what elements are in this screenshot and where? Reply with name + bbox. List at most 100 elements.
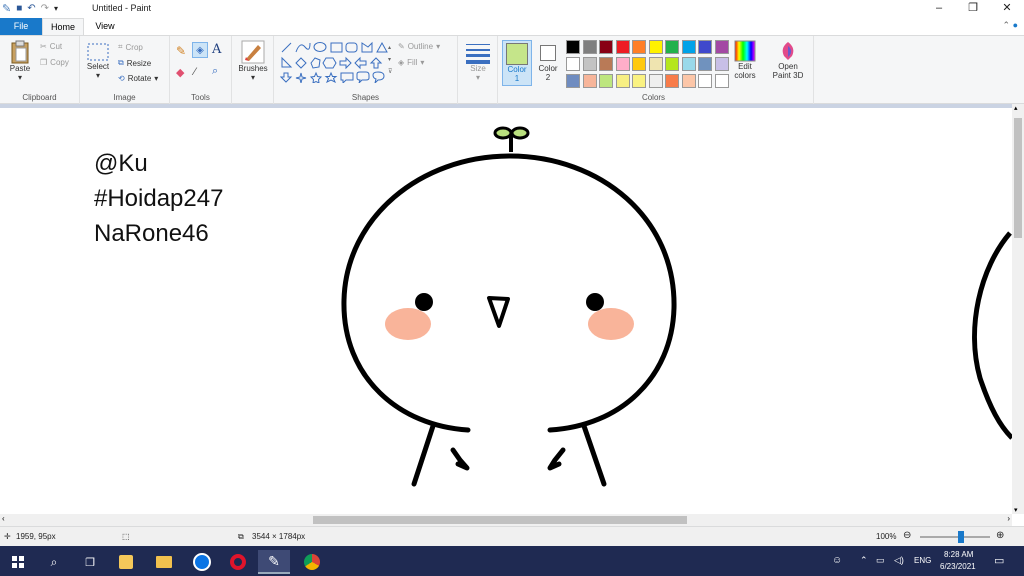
close-button[interactable]: ✕: [990, 0, 1024, 18]
color-swatch[interactable]: [648, 74, 663, 88]
color-swatch[interactable]: [632, 74, 646, 88]
color-swatch[interactable]: [632, 57, 646, 71]
scroll-up-icon[interactable]: ▴: [1014, 104, 1018, 112]
customize-quick-access-icon[interactable]: ▾: [54, 4, 58, 13]
scroll-right-icon[interactable]: ›: [1007, 514, 1010, 523]
color-swatch[interactable]: [615, 40, 630, 54]
horizontal-scroll-thumb[interactable]: [313, 516, 687, 524]
horizontal-scrollbar[interactable]: ‹ ›: [0, 514, 1012, 526]
brushes-button[interactable]: Brushes ▾: [236, 40, 270, 82]
text-tool-icon[interactable]: A: [212, 42, 221, 57]
crop-button[interactable]: ⌗ Crop: [118, 42, 143, 52]
drawing-canvas[interactable]: @Ku #Hoidap247 NaRone46: [0, 108, 1012, 514]
color-swatch[interactable]: [582, 57, 597, 71]
language-indicator[interactable]: ENG: [914, 556, 931, 565]
fill-button[interactable]: ◈ Fill ▾: [398, 58, 424, 67]
file-explorer-icon[interactable]: [148, 550, 180, 574]
pencil-icon[interactable]: ✎: [176, 44, 186, 58]
color-swatch[interactable]: [632, 40, 646, 54]
ribbon-controls[interactable]: ⌃ ●: [1003, 20, 1019, 31]
size-button[interactable]: Size ▾: [462, 42, 494, 82]
app-store-icon[interactable]: [110, 550, 142, 574]
vertical-scroll-thumb[interactable]: [1014, 118, 1022, 238]
people-icon[interactable]: ☺: [832, 555, 842, 566]
color-swatch[interactable]: [566, 57, 580, 71]
resize-button[interactable]: ⧉ Resize: [118, 58, 151, 68]
color2-button[interactable]: Color 2: [534, 40, 562, 86]
shapes-gallery[interactable]: [280, 41, 388, 83]
tools-group: ✎ ◈ A ◆ ⁄ ⌕ Tools: [170, 36, 232, 104]
status-bar: ✛ 1959, 95px ⬚ ⧉ 3544 × 1784px 100% ⊖ ⊕: [0, 526, 1024, 546]
color-swatch[interactable]: [582, 74, 597, 88]
network-icon[interactable]: ▭: [876, 555, 885, 566]
color-swatch[interactable]: [665, 40, 679, 54]
color-picker-icon[interactable]: ⁄: [194, 66, 196, 78]
tab-file[interactable]: File: [0, 18, 42, 35]
start-button[interactable]: [2, 550, 34, 574]
clock-time[interactable]: 8:28 AM: [944, 550, 973, 559]
outline-button[interactable]: ✎ Outline ▾: [398, 42, 440, 51]
color-swatch[interactable]: [665, 57, 679, 71]
paste-button[interactable]: Paste ▾: [6, 40, 34, 82]
collapse-ribbon-icon[interactable]: ⌃: [1003, 20, 1011, 30]
color-swatch[interactable]: [648, 57, 663, 71]
color-swatch[interactable]: [698, 57, 712, 71]
redo-icon[interactable]: ↷: [41, 3, 49, 14]
color-swatch[interactable]: [698, 74, 712, 88]
save-icon[interactable]: ■: [16, 3, 22, 14]
color-swatch[interactable]: [615, 74, 630, 88]
chrome-icon[interactable]: [296, 550, 328, 574]
color1-button[interactable]: Color 1: [502, 40, 532, 86]
zoom-in-icon[interactable]: ⊕: [996, 530, 1004, 541]
volume-icon[interactable]: ◁): [894, 555, 904, 566]
help-icon[interactable]: ●: [1013, 20, 1018, 30]
color-swatch[interactable]: [566, 74, 580, 88]
open-paint3d-button[interactable]: Open Paint 3D: [768, 40, 808, 80]
tab-view[interactable]: View: [84, 18, 126, 35]
shapes-expand-icon[interactable]: ⊽: [388, 68, 392, 75]
rotate-button[interactable]: ⟲ Rotate ▾: [118, 74, 158, 83]
color-swatch[interactable]: [714, 40, 729, 54]
color-swatch[interactable]: [582, 40, 597, 54]
color-swatch[interactable]: [714, 74, 729, 88]
zalo-icon[interactable]: [186, 550, 218, 574]
color-swatch[interactable]: [714, 57, 729, 71]
show-hidden-icons-icon[interactable]: ⌃: [860, 555, 868, 566]
color-swatch[interactable]: [698, 40, 712, 54]
fill-bucket-icon[interactable]: ◈: [192, 42, 208, 58]
color-swatch[interactable]: [599, 74, 613, 88]
color-swatch[interactable]: [681, 40, 696, 54]
color-swatch[interactable]: [599, 57, 613, 71]
color-swatch[interactable]: [681, 57, 696, 71]
copy-button[interactable]: ❐ Copy: [40, 58, 69, 67]
color-swatch[interactable]: [665, 74, 679, 88]
edit-colors-button[interactable]: Edit colors: [730, 40, 760, 80]
cut-button[interactable]: ✂ Cut: [40, 42, 62, 51]
search-icon[interactable]: ⌕: [38, 550, 70, 574]
eraser-icon[interactable]: ◆: [176, 66, 184, 79]
color-swatch[interactable]: [648, 40, 663, 54]
color-swatch[interactable]: [681, 74, 696, 88]
magnifier-icon[interactable]: ⌕: [212, 65, 218, 78]
minimize-button[interactable]: –: [922, 0, 956, 18]
undo-icon[interactable]: ↶: [27, 3, 35, 14]
scroll-down-icon[interactable]: ▾: [1014, 506, 1018, 514]
select-button[interactable]: Select ▾: [86, 42, 110, 80]
shapes-scroll-down-icon[interactable]: ▾: [388, 56, 391, 63]
zoom-out-icon[interactable]: ⊖: [903, 530, 911, 541]
restore-button[interactable]: ❐: [956, 0, 990, 18]
tab-home[interactable]: Home: [42, 18, 84, 36]
opera-icon[interactable]: [222, 550, 254, 574]
paint-taskbar-icon[interactable]: ✎: [258, 550, 290, 574]
task-view-icon[interactable]: ❐: [74, 550, 106, 574]
clock-date[interactable]: 6/23/2021: [940, 562, 976, 571]
color-swatch[interactable]: [615, 57, 630, 71]
shapes-scroll-up-icon[interactable]: ▴: [388, 44, 391, 51]
vertical-scrollbar[interactable]: ▴ ▾: [1012, 104, 1024, 514]
zoom-slider-thumb[interactable]: [958, 531, 965, 543]
color-swatch[interactable]: [566, 40, 580, 54]
scroll-left-icon[interactable]: ‹: [2, 514, 5, 523]
zoom-slider[interactable]: [920, 531, 990, 543]
notifications-icon[interactable]: ▭: [994, 554, 1004, 567]
color-swatch[interactable]: [599, 40, 613, 54]
